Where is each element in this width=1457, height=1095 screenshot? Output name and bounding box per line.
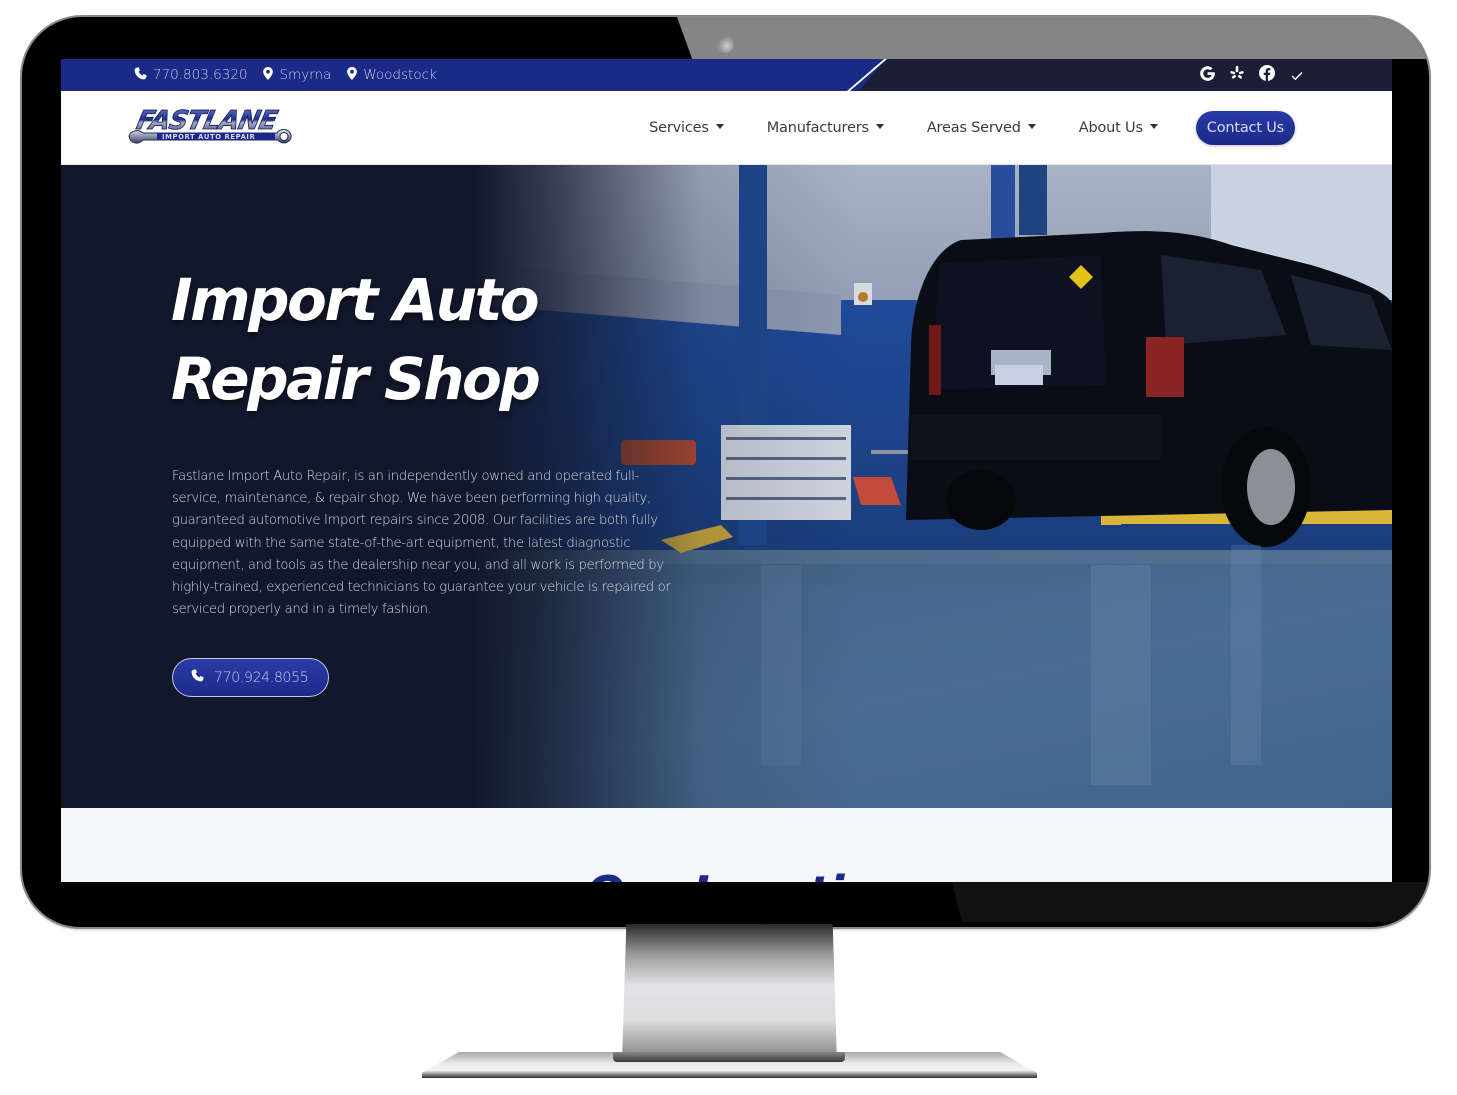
social-links bbox=[1198, 59, 1306, 91]
camera-icon bbox=[716, 35, 734, 53]
facebook-icon bbox=[1259, 65, 1275, 85]
nav-item-label: Areas Served bbox=[926, 120, 1021, 136]
phone-icon bbox=[134, 66, 147, 84]
map-marker-icon bbox=[347, 66, 358, 84]
phone-icon bbox=[191, 669, 204, 686]
logo-tagline: IMPORT AUTO REPAIR bbox=[162, 133, 256, 141]
verified-link[interactable] bbox=[1288, 66, 1306, 84]
caret-down-icon bbox=[715, 124, 724, 129]
locations-section: Our Locations bbox=[61, 808, 1392, 882]
top-bar-phone-link[interactable]: 770.803.6320 bbox=[134, 66, 248, 84]
yelp-icon bbox=[1230, 65, 1244, 85]
nav-item-label: Manufacturers bbox=[766, 120, 869, 136]
map-marker-icon bbox=[263, 66, 274, 84]
google-icon bbox=[1199, 65, 1215, 85]
nav-item-about-us[interactable]: About Us bbox=[1079, 120, 1158, 136]
nav-item-areas-served[interactable]: Areas Served bbox=[927, 120, 1036, 136]
hero-phone-number: 770.924.8055 bbox=[214, 669, 309, 686]
main-navbar: FASTLANE IMPORT AUTO REPAIR Services Man… bbox=[61, 91, 1392, 165]
top-bar-phone-text: 770.803.6320 bbox=[153, 67, 248, 83]
facebook-link[interactable] bbox=[1258, 65, 1276, 85]
yelp-link[interactable] bbox=[1228, 65, 1246, 85]
bezel-glare bbox=[677, 17, 1429, 59]
location-link-woodstock[interactable]: Woodstock bbox=[347, 66, 437, 84]
nav-item-label: Services bbox=[649, 120, 709, 136]
nav-item-services[interactable]: Services bbox=[649, 120, 724, 136]
hero-phone-button[interactable]: 770.924.8055 bbox=[172, 658, 329, 697]
nav-item-manufacturers[interactable]: Manufacturers bbox=[767, 120, 884, 136]
nav-item-label: About Us bbox=[1078, 120, 1143, 136]
bezel-glare-bottom bbox=[952, 882, 1429, 922]
website-screen: 770.803.6320 Smyrna Woodstock FASTLANE I… bbox=[61, 59, 1392, 882]
caret-down-icon bbox=[1027, 124, 1036, 129]
hero-description: Fastlane Import Auto Repair, is an indep… bbox=[172, 469, 671, 618]
caret-down-icon bbox=[1149, 124, 1158, 129]
hero-title: Import Auto Repair Shop bbox=[171, 261, 631, 419]
check-icon bbox=[1291, 66, 1303, 85]
top-bar-contact: 770.803.6320 Smyrna Woodstock bbox=[134, 59, 437, 91]
top-bar: 770.803.6320 Smyrna Woodstock bbox=[61, 59, 1392, 91]
contact-us-button[interactable]: Contact Us bbox=[1195, 111, 1295, 145]
monitor-stand-foot bbox=[613, 1052, 845, 1062]
monitor-stand-neck bbox=[622, 924, 837, 1062]
hero-title-line1: Import Auto bbox=[171, 266, 540, 334]
location-link-smyrna[interactable]: Smyrna bbox=[263, 66, 332, 84]
google-link[interactable] bbox=[1198, 65, 1216, 85]
location-label: Woodstock bbox=[363, 67, 437, 83]
hero-section: Import Auto Repair Shop Fastlane Import … bbox=[61, 165, 1392, 808]
fastlane-logo[interactable]: FASTLANE IMPORT AUTO REPAIR bbox=[127, 102, 293, 152]
location-label: Smyrna bbox=[279, 67, 332, 83]
locations-heading: Our Locations bbox=[586, 866, 933, 882]
logo-wordmark: FASTLANE bbox=[134, 106, 280, 136]
nav-menu: Services Manufacturers Areas Served Abou… bbox=[649, 91, 1295, 165]
hero-title-line2: Repair Shop bbox=[171, 345, 541, 413]
caret-down-icon bbox=[875, 124, 884, 129]
